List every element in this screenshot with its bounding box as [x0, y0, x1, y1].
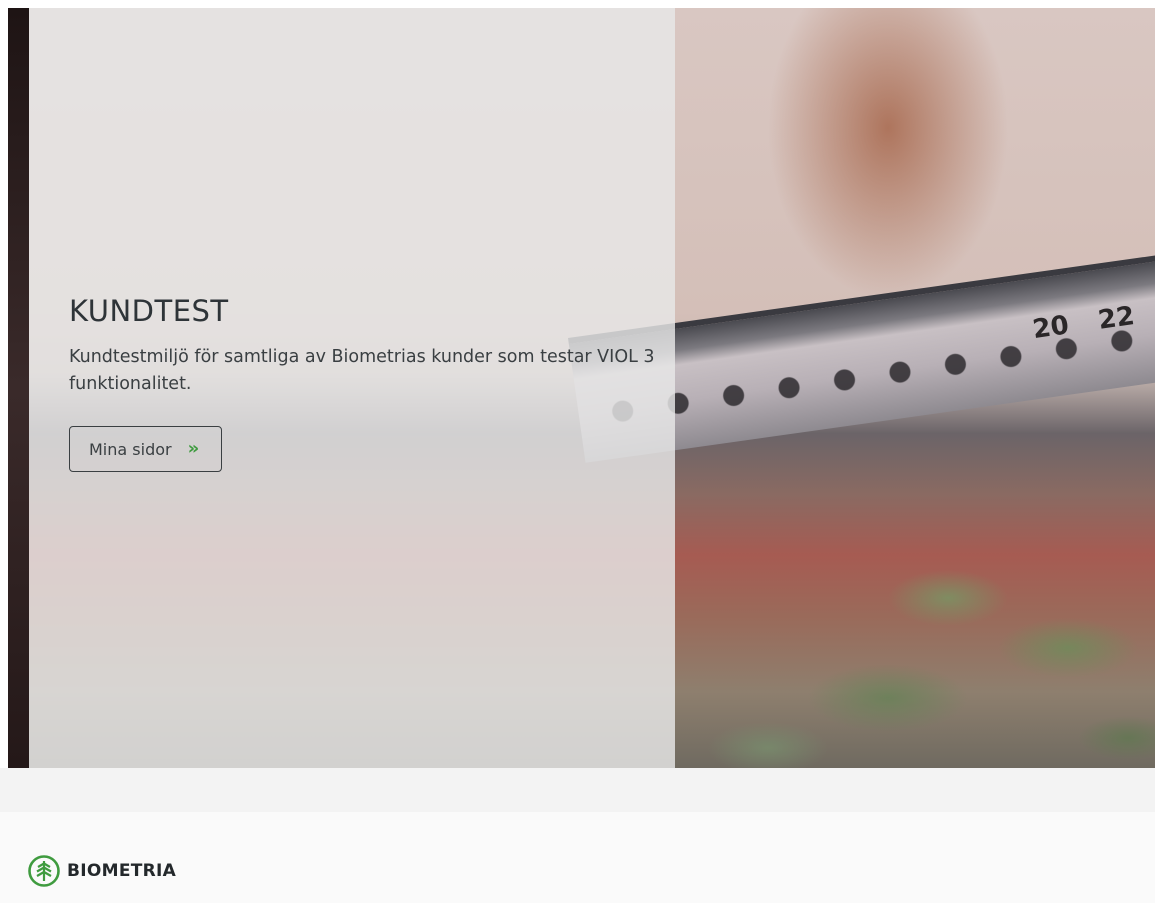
- tree-circle-icon: [28, 855, 60, 887]
- hero-left-edge: [8, 8, 29, 768]
- footer: BIOMETRIA: [0, 812, 1155, 903]
- tape-number: 22: [1096, 301, 1137, 336]
- logo-text: BIOMETRIA: [67, 861, 177, 881]
- hero-description: Kundtestmiljö för samtliga av Biometrias…: [69, 347, 655, 394]
- double-chevron-right-icon: »: [187, 438, 200, 459]
- hero-banner: 20 22 24 KUNDTEST Kundtestmiljö för samt…: [8, 8, 1155, 768]
- mina-sidor-label: Mina sidor: [89, 439, 172, 459]
- biometria-logo[interactable]: BIOMETRIA: [28, 855, 176, 887]
- tape-number: 20: [1030, 310, 1071, 346]
- section-divider-band: [0, 768, 1155, 812]
- mina-sidor-button[interactable]: Mina sidor »: [69, 426, 223, 472]
- hero-title: KUNDTEST: [69, 294, 229, 328]
- hero-content: KUNDTEST Kundtestmiljö för samtliga av B…: [69, 294, 659, 472]
